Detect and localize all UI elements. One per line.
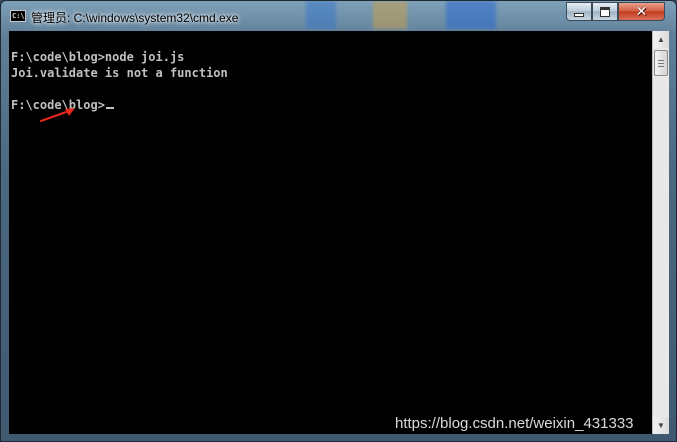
close-icon: ✕	[635, 3, 648, 20]
vertical-scrollbar[interactable]: ▲ ▼	[652, 31, 669, 434]
scrollbar-thumb[interactable]	[654, 50, 668, 76]
red-arrow-annotation	[40, 108, 75, 122]
scroll-up-button[interactable]: ▲	[653, 31, 669, 48]
text-cursor	[105, 107, 114, 109]
window-title: 管理员: C:\windows\system32\cmd.exe	[31, 11, 239, 25]
scroll-down-button[interactable]: ▼	[653, 417, 669, 434]
cmd-window: C:\ 管理员: C:\windows\system32\cmd.exe ✕ F…	[0, 0, 677, 442]
maximize-button[interactable]	[592, 2, 618, 21]
arrow-shaft	[40, 110, 70, 122]
maximize-icon	[600, 6, 610, 17]
title-bar[interactable]: C:\ 管理员: C:\windows\system32\cmd.exe ✕	[1, 1, 676, 31]
cmd-app-icon[interactable]: C:\	[10, 10, 26, 22]
chevron-up-icon: ▲	[657, 35, 665, 44]
minimize-icon	[574, 12, 584, 17]
watermark-text: https://blog.csdn.net/weixin_431333	[395, 415, 634, 432]
minimize-button[interactable]	[566, 2, 592, 21]
console-output[interactable]: F:\code\blog>node joi.js Joi.validate is…	[9, 31, 652, 434]
chevron-down-icon: ▼	[657, 421, 665, 430]
console-line-error: Joi.validate is not a function	[11, 66, 228, 80]
close-button[interactable]: ✕	[618, 2, 665, 21]
console-line-command: F:\code\blog>node joi.js	[11, 50, 185, 64]
